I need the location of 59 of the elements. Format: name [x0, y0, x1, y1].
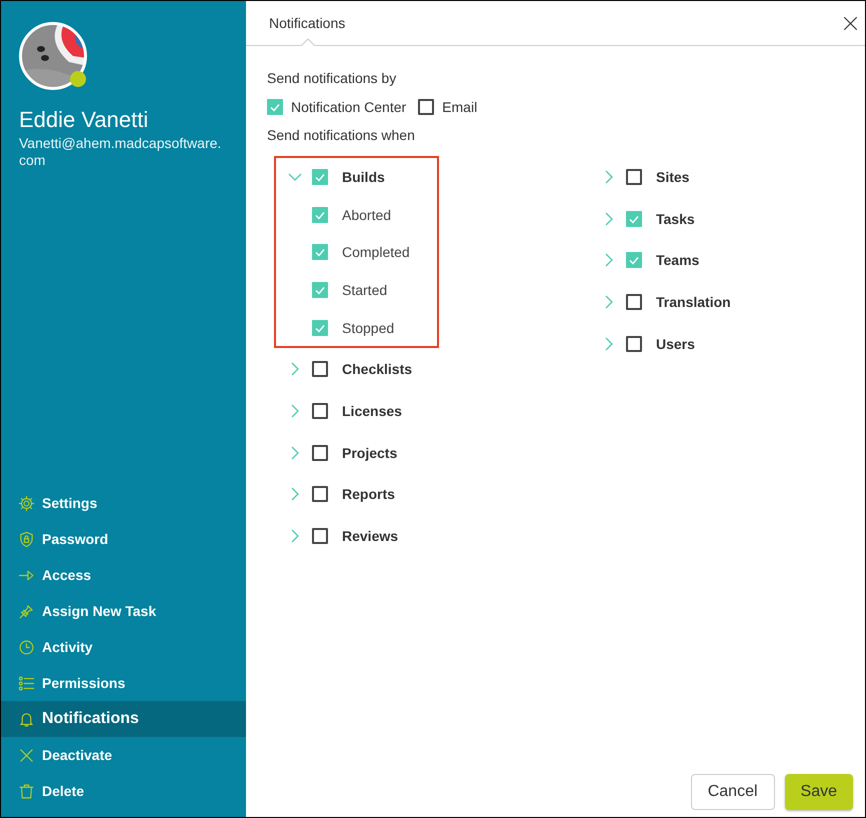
sidebar-item[interactable]: Access [1, 557, 246, 593]
category-label: Tasks [656, 210, 695, 227]
sidebar-item[interactable]: Activity [1, 629, 246, 665]
category-label: Checklists [342, 361, 412, 378]
event-label: Completed [342, 244, 410, 260]
sidebar-item[interactable]: Assign New Task [1, 593, 246, 629]
checkbox[interactable] [312, 206, 328, 223]
checkbox[interactable] [418, 99, 434, 115]
category-label: Reports [342, 486, 395, 502]
sidebar-item[interactable]: Permissions [1, 665, 246, 701]
category-label: Translation [656, 294, 731, 310]
checkbox[interactable] [267, 99, 283, 115]
checkbox[interactable] [312, 320, 328, 336]
category-label: Users [656, 336, 695, 352]
user-name: Eddie Vanetti [19, 107, 148, 133]
section-label: Send notifications by [267, 69, 398, 87]
checkbox[interactable] [626, 294, 642, 310]
trash-icon [18, 782, 35, 800]
bell-icon [18, 710, 35, 728]
list-icon [18, 674, 35, 692]
category-label: Projects [342, 444, 398, 461]
sidebar-item[interactable]: Notifications [1, 701, 246, 737]
checkbox[interactable] [312, 282, 328, 298]
dialog-tab[interactable]: Notifications [269, 15, 346, 31]
cancel-button[interactable]: Cancel [690, 774, 775, 810]
category-label: Builds [342, 168, 385, 185]
category-label: Reviews [342, 528, 398, 544]
checkbox-label[interactable]: Email [442, 99, 478, 115]
event-label: Aborted [342, 206, 392, 223]
close-icon [18, 746, 35, 764]
sidebar-item[interactable]: Password [1, 521, 246, 557]
checkbox[interactable] [312, 361, 328, 378]
close-icon[interactable] [843, 16, 858, 30]
category-label: Sites [656, 168, 690, 185]
checkbox[interactable] [626, 336, 642, 352]
checkbox[interactable] [312, 168, 328, 185]
clock-icon [18, 638, 35, 656]
user-email: Vanetti@ahem.madcapsoftware.com [19, 135, 222, 169]
checkbox[interactable] [312, 244, 328, 260]
sidebar-item[interactable]: Settings [1, 485, 246, 521]
save-button[interactable]: Save [784, 774, 853, 810]
pin-icon [18, 602, 35, 620]
sidebar-item[interactable]: Delete [1, 773, 246, 809]
gear-icon [18, 494, 35, 512]
checkbox-label[interactable]: Notification Center [291, 99, 406, 115]
section-label: Send notifications when [267, 126, 416, 144]
event-label: Started [342, 282, 388, 298]
category-label: Licenses [342, 402, 402, 419]
checkbox[interactable] [626, 210, 642, 227]
category-label: Teams [656, 252, 700, 268]
checkbox[interactable] [312, 528, 328, 544]
checkbox[interactable] [312, 402, 328, 419]
event-label: Stopped [342, 320, 394, 336]
checkbox[interactable] [312, 444, 328, 461]
checkbox[interactable] [626, 252, 642, 268]
sidebar-item[interactable]: Deactivate [1, 737, 246, 773]
checkbox[interactable] [312, 486, 328, 502]
lock-shield-icon [18, 530, 35, 548]
checkbox[interactable] [626, 168, 642, 185]
